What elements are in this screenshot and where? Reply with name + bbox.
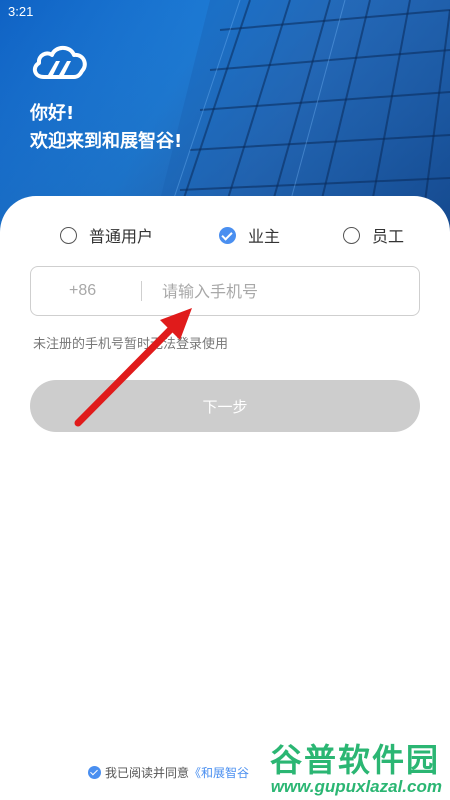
radio-unchecked-icon[interactable]	[343, 226, 360, 244]
country-code[interactable]: +86	[31, 282, 141, 300]
role-label: 员工	[372, 227, 405, 246]
divider	[141, 281, 142, 301]
role-option-regular-user[interactable]: 普通用户	[60, 223, 153, 247]
role-selector: 普通用户 业主 员工	[0, 223, 450, 247]
role-label: 普通用户	[89, 227, 154, 246]
welcome-greeting: 你好! 欢迎来到和展智谷!	[30, 100, 182, 156]
role-option-owner[interactable]: 业主	[219, 223, 280, 247]
role-label: 业主	[248, 227, 281, 246]
greeting-line-1: 你好!	[30, 103, 75, 124]
radio-checked-icon[interactable]	[219, 226, 236, 244]
role-option-employee[interactable]: 员工	[343, 223, 404, 247]
agreement-row[interactable]: 我已阅读并同意 《和展智谷	[88, 764, 249, 781]
agreement-checked-icon[interactable]	[88, 766, 101, 779]
watermark-title: 谷普软件园	[269, 741, 440, 779]
phone-input-box[interactable]: +86	[30, 266, 420, 316]
login-card: 普通用户 业主 员工 +86 未注册的手机号暂时无法登录使用 下一步	[0, 196, 450, 800]
phone-number-input[interactable]	[162, 281, 419, 301]
agreement-text: 我已阅读并同意	[105, 766, 190, 780]
agreement-link[interactable]: 《和展智谷	[189, 764, 249, 781]
watermark: 谷普软件园 www.gupuxlazal.com	[244, 735, 450, 800]
radio-unchecked-icon[interactable]	[60, 226, 77, 244]
greeting-line-2: 欢迎来到和展智谷!	[30, 131, 183, 152]
cloud-logo-icon	[32, 45, 87, 79]
unregistered-hint: 未注册的手机号暂时无法登录使用	[33, 337, 229, 352]
status-bar-time: 3:21	[8, 4, 34, 19]
next-step-button[interactable]: 下一步	[30, 380, 420, 432]
watermark-url: www.gupuxlazal.com	[270, 777, 442, 796]
